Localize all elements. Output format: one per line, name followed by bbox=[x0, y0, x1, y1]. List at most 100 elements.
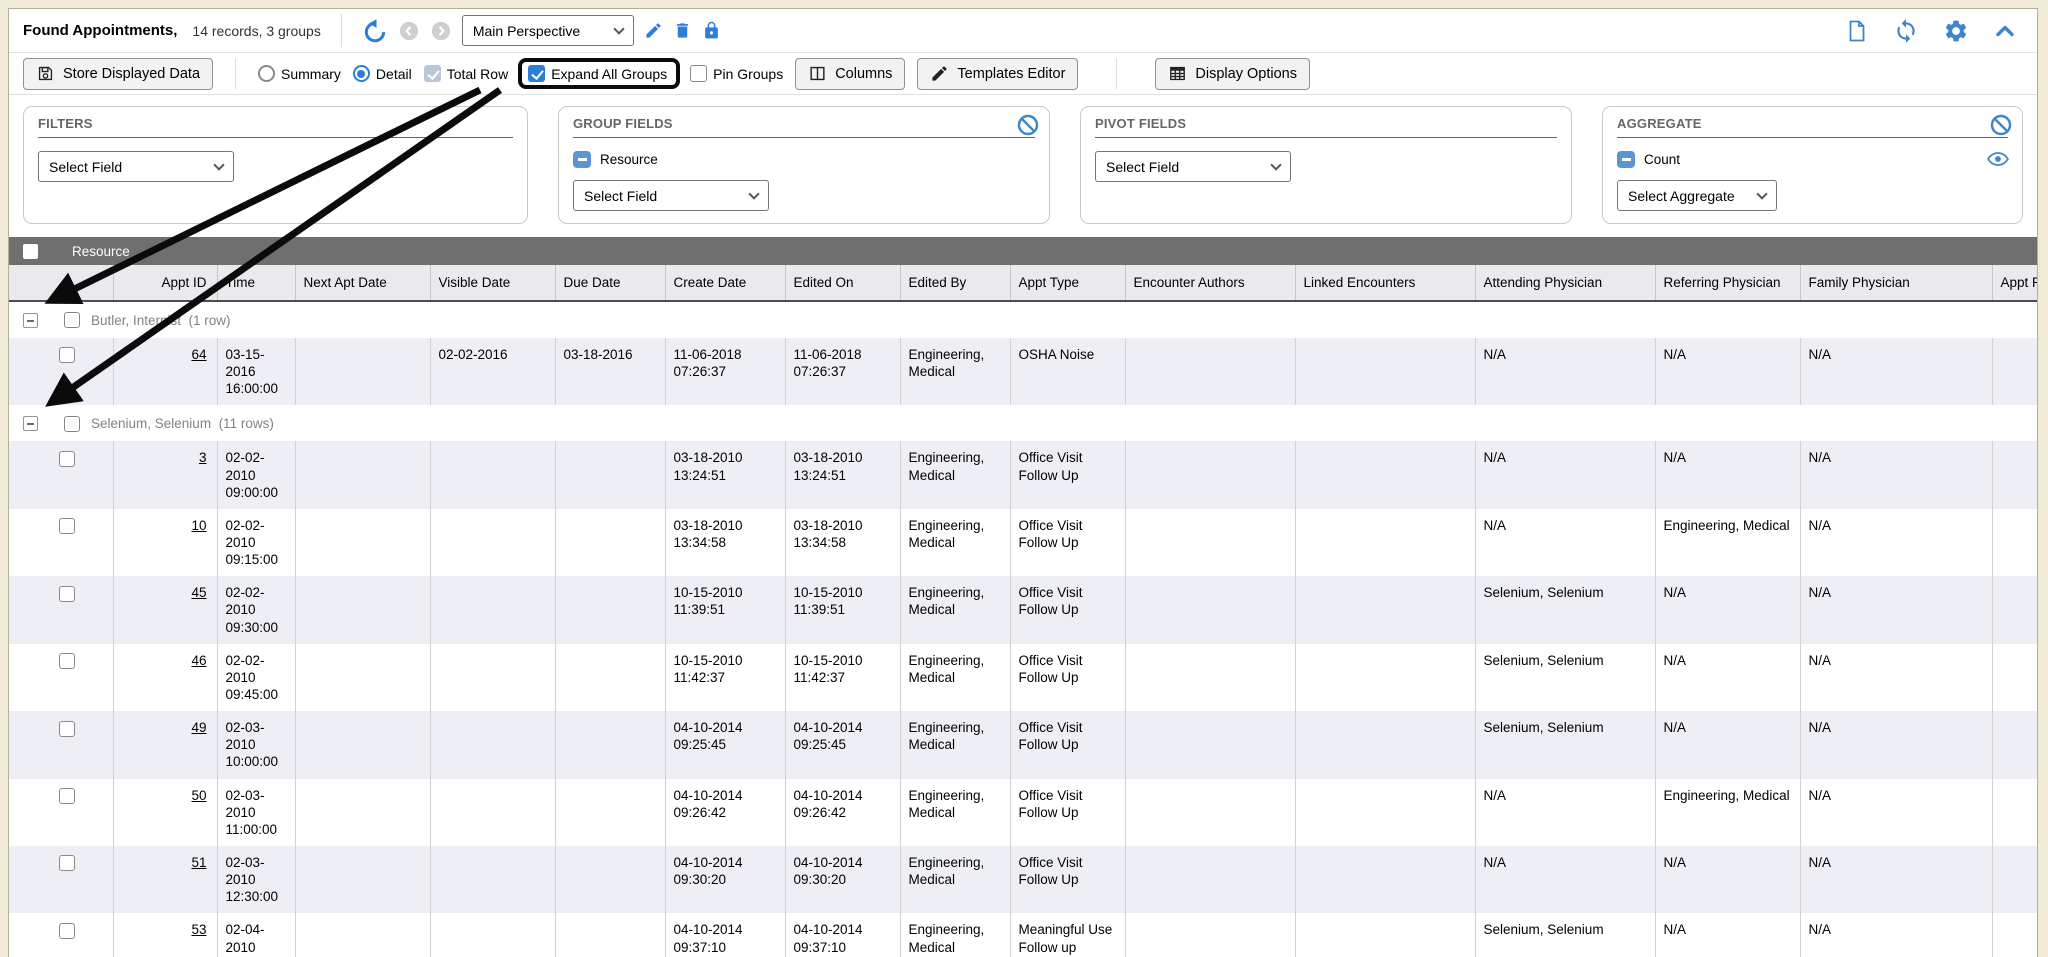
display-options-button[interactable]: Display Options bbox=[1155, 58, 1310, 90]
edit-perspective-icon[interactable] bbox=[644, 21, 663, 40]
appt-id-link[interactable]: 45 bbox=[191, 585, 206, 600]
appt-id-link[interactable]: 51 bbox=[191, 855, 206, 870]
row-checkbox[interactable] bbox=[59, 347, 75, 363]
cell: 02-03-2010 10:00:00 bbox=[217, 711, 295, 778]
delete-perspective-icon[interactable] bbox=[673, 21, 692, 40]
group-select-checkbox[interactable] bbox=[64, 312, 80, 328]
group-select-checkbox[interactable] bbox=[64, 416, 80, 432]
column-header[interactable]: Encounter Authors bbox=[1125, 265, 1295, 301]
group-fields-select-field[interactable]: Select Field bbox=[573, 180, 769, 211]
column-header[interactable]: Edited On bbox=[785, 265, 900, 301]
pivot-fields-select-field[interactable]: Select Field bbox=[1095, 151, 1291, 182]
row-checkbox[interactable] bbox=[59, 855, 75, 871]
divider bbox=[235, 58, 236, 89]
row-checkbox[interactable] bbox=[59, 653, 75, 669]
previous-perspective-icon[interactable] bbox=[398, 20, 420, 42]
appt-id-link[interactable]: 50 bbox=[191, 788, 206, 803]
column-header[interactable]: Appt Type bbox=[1010, 265, 1125, 301]
eye-icon[interactable] bbox=[1986, 147, 2010, 171]
cell: Engineering, Medical bbox=[900, 644, 1010, 711]
appointments-table: Appt IDTimeNext Apt DateVisible DateDue … bbox=[9, 265, 2038, 957]
column-header[interactable]: Due Date bbox=[555, 265, 665, 301]
total-row-checkbox[interactable]: Total Row bbox=[424, 65, 508, 82]
cell: 02-03-2010 11:00:00 bbox=[217, 779, 295, 846]
clear-aggregate-icon[interactable] bbox=[1989, 113, 2013, 137]
row-checkbox[interactable] bbox=[59, 923, 75, 939]
new-document-icon[interactable] bbox=[1845, 19, 1869, 43]
select-all-checkbox[interactable] bbox=[23, 244, 38, 259]
row-checkbox[interactable] bbox=[59, 451, 75, 467]
aggregate-select[interactable]: Select Aggregate bbox=[1617, 180, 1777, 211]
remove-aggregate-icon[interactable] bbox=[1617, 151, 1635, 168]
store-displayed-data-button[interactable]: Store Displayed Data bbox=[23, 58, 213, 90]
settings-gear-icon[interactable] bbox=[1943, 18, 1969, 44]
row-checkbox[interactable] bbox=[59, 586, 75, 602]
cell bbox=[1992, 644, 2037, 711]
cell bbox=[430, 509, 555, 576]
chevron-down-icon bbox=[213, 159, 224, 170]
cell: 03-18-2010 13:24:51 bbox=[665, 441, 785, 508]
column-header[interactable]: Visible Date bbox=[430, 265, 555, 301]
group-expander[interactable] bbox=[23, 313, 38, 328]
cell bbox=[295, 441, 430, 508]
group-expander[interactable] bbox=[23, 416, 38, 431]
cell bbox=[1125, 441, 1295, 508]
column-header[interactable]: Create Date bbox=[665, 265, 785, 301]
appointment-row: 1002-02-2010 09:15:0003-18-2010 13:34:58… bbox=[9, 509, 2037, 576]
remove-group-field-icon[interactable] bbox=[573, 151, 591, 168]
pivot-fields-panel-title: PIVOT FIELDS bbox=[1095, 116, 1557, 138]
detail-radio[interactable]: Detail bbox=[353, 65, 412, 82]
cell: 02-02-2010 09:45:00 bbox=[217, 644, 295, 711]
refresh-icon[interactable] bbox=[1893, 18, 1919, 44]
clear-group-fields-icon[interactable] bbox=[1016, 113, 1040, 137]
cell: N/A bbox=[1475, 846, 1655, 913]
cell bbox=[1295, 441, 1475, 508]
cell: 04-10-2014 09:37:10 bbox=[665, 913, 785, 957]
next-perspective-icon[interactable] bbox=[430, 20, 452, 42]
cell: Meaningful Use Follow up bbox=[1010, 913, 1125, 957]
perspective-select[interactable]: Main Perspective bbox=[462, 15, 634, 46]
row-checkbox[interactable] bbox=[59, 518, 75, 534]
column-header[interactable]: Family Physician bbox=[1800, 265, 1992, 301]
appt-id-link[interactable]: 49 bbox=[191, 720, 206, 735]
columns-button[interactable]: Columns bbox=[795, 58, 905, 90]
pin-groups-checkbox[interactable]: Pin Groups bbox=[690, 65, 783, 82]
column-header[interactable]: Next Apt Date bbox=[295, 265, 430, 301]
column-header[interactable]: Linked Encounters bbox=[1295, 265, 1475, 301]
column-header[interactable]: Referring Physician bbox=[1655, 265, 1800, 301]
row-checkbox[interactable] bbox=[59, 721, 75, 737]
cell bbox=[295, 576, 430, 643]
column-header[interactable]: Appt Re bbox=[1992, 265, 2037, 301]
cell bbox=[555, 779, 665, 846]
appt-id-link[interactable]: 53 bbox=[191, 922, 206, 937]
appt-id-link[interactable]: 64 bbox=[191, 347, 206, 362]
appt-id-link[interactable]: 10 bbox=[191, 518, 206, 533]
expand-all-groups-checkbox[interactable]: Expand All Groups bbox=[528, 65, 667, 82]
undo-icon[interactable] bbox=[362, 18, 388, 44]
cell: N/A bbox=[1655, 644, 1800, 711]
cell: 04-10-2014 09:25:45 bbox=[785, 711, 900, 778]
cell: N/A bbox=[1655, 846, 1800, 913]
cell: 04-10-2014 09:30:20 bbox=[785, 846, 900, 913]
column-header-row: Appt IDTimeNext Apt DateVisible DateDue … bbox=[9, 265, 2037, 301]
header-actions bbox=[1845, 18, 2017, 44]
cell: 02-02-2010 09:00:00 bbox=[217, 441, 295, 508]
filters-select-field[interactable]: Select Field bbox=[38, 151, 234, 182]
collapse-panel-icon[interactable] bbox=[1993, 19, 2017, 43]
appt-id-link[interactable]: 46 bbox=[191, 653, 206, 668]
appt-id-link[interactable]: 3 bbox=[199, 450, 207, 465]
column-header[interactable]: Edited By bbox=[900, 265, 1010, 301]
column-header[interactable]: Time bbox=[217, 265, 295, 301]
templates-editor-button[interactable]: Templates Editor bbox=[917, 58, 1078, 90]
column-header[interactable]: Appt ID bbox=[113, 265, 217, 301]
cell: Selenium, Selenium bbox=[1475, 576, 1655, 643]
summary-radio[interactable]: Summary bbox=[258, 65, 341, 82]
cell bbox=[555, 441, 665, 508]
lock-perspective-icon[interactable] bbox=[702, 21, 721, 40]
cell: Selenium, Selenium bbox=[1475, 711, 1655, 778]
chevron-down-icon bbox=[613, 23, 624, 34]
cell bbox=[1992, 711, 2037, 778]
row-checkbox[interactable] bbox=[59, 788, 75, 804]
cell bbox=[1992, 779, 2037, 846]
column-header[interactable]: Attending Physician bbox=[1475, 265, 1655, 301]
